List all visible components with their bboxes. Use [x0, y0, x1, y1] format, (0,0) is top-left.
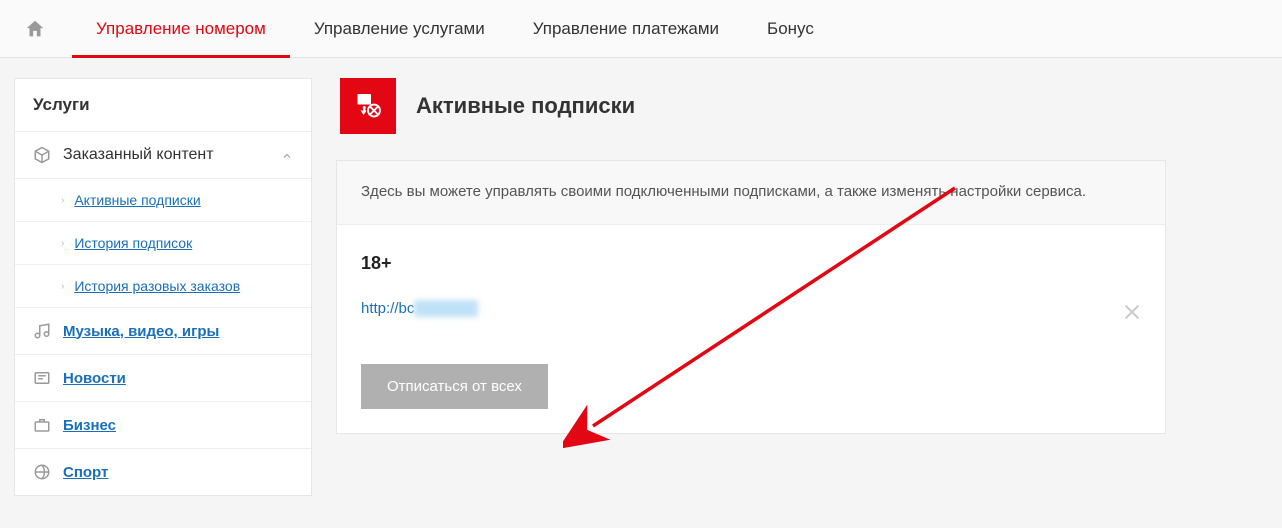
tab-manage-payments[interactable]: Управление платежами	[509, 0, 743, 58]
tab-bonus[interactable]: Бонус	[743, 0, 838, 58]
sidebar-group-ordered-content[interactable]: Заказанный контент	[15, 132, 311, 179]
bullet-icon: ›	[61, 195, 64, 206]
sidebar-item-label[interactable]: Новости	[63, 370, 126, 387]
subscription-url-redacted: xxxx	[414, 300, 478, 317]
sidebar-sub-link[interactable]: История подписок	[74, 235, 192, 251]
subscription-url-prefix: http://bc	[361, 300, 414, 317]
briefcase-icon	[33, 416, 51, 434]
tab-label: Управление номером	[96, 19, 266, 39]
sidebar-item-music-video-games[interactable]: Музыка, видео, игры	[15, 308, 311, 355]
page-title-row: Активные подписки	[336, 78, 1166, 134]
sidebar-item-news[interactable]: Новости	[15, 355, 311, 402]
sidebar-item-label[interactable]: Бизнес	[63, 417, 116, 434]
main-column: Активные подписки Здесь вы можете управл…	[336, 78, 1166, 496]
bullet-icon: ›	[61, 281, 64, 292]
sidebar-header: Услуги	[15, 79, 311, 132]
sidebar-item-sport[interactable]: Спорт	[15, 449, 311, 495]
sidebar-sub-subscription-history[interactable]: › История подписок	[15, 222, 311, 265]
top-nav: Управление номером Управление услугами У…	[0, 0, 1282, 58]
sidebar-sub-link[interactable]: Активные подписки	[74, 192, 200, 208]
subscription-title: 18+	[361, 253, 1141, 274]
panel-description: Здесь вы можете управлять своими подключ…	[337, 161, 1165, 225]
media-icon	[33, 322, 51, 340]
news-icon	[33, 369, 51, 387]
sidebar-sub-active-subscriptions[interactable]: › Активные подписки	[15, 179, 311, 222]
close-icon[interactable]	[1121, 301, 1143, 323]
subscription-url[interactable]: http://bcxxxx	[361, 300, 478, 317]
tab-label: Бонус	[767, 19, 814, 39]
sidebar-item-label[interactable]: Спорт	[63, 464, 108, 481]
sport-icon	[33, 463, 51, 481]
panel-body: 18+ http://bcxxxx Отписаться от всех	[337, 225, 1165, 433]
sidebar-group-label: Заказанный контент	[63, 146, 214, 164]
bullet-icon: ›	[61, 238, 64, 249]
chevron-up-icon	[281, 149, 293, 161]
sidebar-item-business[interactable]: Бизнес	[15, 402, 311, 449]
tab-manage-number[interactable]: Управление номером	[72, 0, 290, 58]
sidebar-item-label[interactable]: Музыка, видео, игры	[63, 323, 219, 340]
sidebar: Услуги Заказанный контент › Активные под…	[14, 78, 312, 496]
home-icon[interactable]	[24, 18, 46, 40]
sidebar-sub-single-orders-history[interactable]: › История разовых заказов	[15, 265, 311, 308]
subscriptions-icon	[340, 78, 396, 134]
subscriptions-panel: Здесь вы можете управлять своими подключ…	[336, 160, 1166, 434]
tab-label: Управление платежами	[533, 19, 719, 39]
tab-label: Управление услугами	[314, 19, 485, 39]
cube-icon	[33, 146, 51, 164]
unsubscribe-all-button[interactable]: Отписаться от всех	[361, 364, 548, 409]
page-title: Активные подписки	[416, 93, 635, 119]
sidebar-sub-link[interactable]: История разовых заказов	[74, 278, 240, 294]
tab-manage-services[interactable]: Управление услугами	[290, 0, 509, 58]
